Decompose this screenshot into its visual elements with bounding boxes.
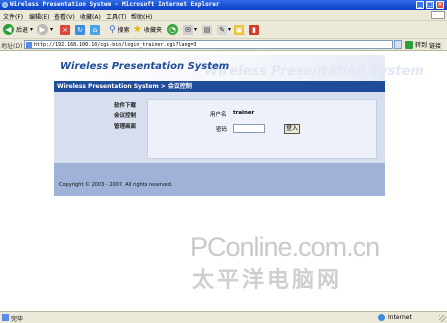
breadcrumb-text: Wireless Presentation System > 会议控制	[57, 83, 192, 90]
edit-button[interactable]: ✎ ▾	[217, 23, 231, 36]
go-button[interactable]: 转到	[405, 40, 427, 49]
login-button[interactable]: 登入	[284, 124, 300, 134]
print-button[interactable]: ▤	[202, 23, 212, 36]
history-button[interactable]: ◔	[167, 23, 178, 36]
forward-arrow-icon: ▶	[37, 24, 48, 35]
back-label: 后退	[16, 27, 29, 34]
refresh-icon: ↻	[75, 24, 85, 35]
forward-button[interactable]: ▶ ▾	[37, 23, 53, 36]
forward-dropdown-icon[interactable]: ▾	[50, 26, 53, 33]
back-dropdown-icon[interactable]: ▾	[30, 26, 33, 33]
menu-tools[interactable]: 工具(T)	[106, 12, 126, 21]
search-label: 搜索	[117, 27, 130, 34]
stop-button[interactable]: ×	[60, 23, 70, 36]
watermark-logo: PConline.com.cn	[190, 232, 380, 262]
address-bar: 地址(D) http://192.168.100.10/cgi-bin/logi…	[0, 39, 447, 51]
resize-grip-icon[interactable]	[439, 315, 446, 322]
search-button[interactable]: ⚲ 搜索	[109, 23, 130, 36]
password-field[interactable]	[233, 124, 265, 133]
mail-dropdown-icon[interactable]: ▾	[194, 26, 197, 33]
back-arrow-icon: ◀	[3, 24, 14, 35]
close-button[interactable]: ×	[436, 1, 444, 9]
discuss-button[interactable]: ▣	[234, 23, 244, 36]
favorites-button[interactable]: ★ 收藏夹	[133, 23, 162, 36]
maximize-button[interactable]: □	[426, 1, 434, 9]
copyright-text: Copyright © 2003 - 2007. All rights rese…	[59, 182, 173, 188]
go-label: 转到	[415, 42, 428, 49]
done-page-icon	[2, 314, 9, 321]
home-button[interactable]: ⌂	[90, 23, 100, 36]
favorites-star-icon: ★	[133, 24, 142, 35]
stop-icon: ×	[60, 24, 70, 35]
window-title: Wireless Presentation System - Microsoft…	[10, 1, 220, 8]
username-value: trainer	[233, 110, 255, 116]
ie-logo-icon	[2, 2, 8, 8]
print-icon: ▤	[202, 24, 212, 35]
login-form: 用户名 trainer 密码 登入	[147, 99, 377, 159]
refresh-button[interactable]: ↻	[75, 23, 85, 36]
menu-edit[interactable]: 编辑(E)	[29, 12, 49, 21]
menu-bar: 文件(F) 编辑(E) 查看(V) 收藏(A) 工具(T) 帮助(H)	[0, 10, 447, 21]
page-footer: Copyright © 2003 - 2007. All rights rese…	[54, 163, 385, 196]
breadcrumb: Wireless Presentation System > 会议控制	[54, 81, 385, 92]
minimize-button[interactable]: _	[416, 1, 424, 9]
sidebar-item-admin[interactable]: 管理画面	[114, 122, 136, 130]
sidebar-item-conference-control[interactable]: 会议控制	[114, 111, 136, 119]
menu-file[interactable]: 文件(F)	[3, 12, 23, 21]
back-button[interactable]: ◀ 后退 ▾	[3, 23, 33, 36]
favorites-label: 收藏夹	[143, 27, 162, 34]
watermark-chinese: 太平洋电脑网	[192, 268, 343, 293]
page-icon	[26, 42, 32, 48]
discuss-icon: ▣	[234, 24, 244, 35]
edit-dropdown-icon[interactable]: ▾	[228, 26, 231, 33]
status-bar: 完毕 Internet	[0, 311, 447, 323]
address-url: http://192.168.100.10/cgi-bin/login_trai…	[34, 42, 197, 48]
mail-button[interactable]: ✉ ▾	[183, 23, 197, 36]
menu-help[interactable]: 帮助(H)	[131, 12, 152, 21]
username-label: 用户名	[210, 112, 227, 118]
go-arrow-icon	[405, 40, 413, 49]
edit-icon: ✎	[217, 24, 227, 35]
links-button[interactable]: 链接	[429, 41, 441, 50]
address-label: 地址(D)	[1, 43, 23, 50]
site-banner: Wireless Presentation System Wireless Pr…	[54, 55, 424, 83]
mail-icon: ✉	[183, 24, 193, 35]
internet-globe-icon	[378, 314, 385, 321]
banner-shadow-text: Wireless Presentation System	[204, 64, 424, 79]
zone-label: Internet	[388, 314, 412, 321]
home-icon: ⌂	[90, 24, 100, 35]
address-input[interactable]: http://192.168.100.10/cgi-bin/login_trai…	[24, 40, 393, 49]
windows-flag-icon	[431, 11, 445, 19]
history-icon: ◔	[167, 24, 178, 35]
address-dropdown-icon[interactable]	[394, 40, 402, 49]
window-titlebar[interactable]: Wireless Presentation System - Microsoft…	[0, 0, 447, 10]
search-icon: ⚲	[109, 24, 116, 35]
banner-title: Wireless Presentation System	[60, 61, 230, 72]
password-label: 密码	[216, 127, 228, 133]
sidebar: 软件下载 会议控制 管理画面	[54, 92, 142, 163]
login-panel: 用户名 trainer 密码 登入	[142, 92, 385, 163]
menu-view[interactable]: 查看(V)	[54, 12, 75, 21]
toolbar: ◀ 后退 ▾ ▶ ▾ × ↻ ⌂ ⚲ 搜索 ★ 收藏夹 ◔ ✉ ▾ ▤ ✎ ▾ …	[0, 21, 447, 39]
menu-favorites[interactable]: 收藏(A)	[80, 12, 101, 21]
messenger-icon: ▮	[249, 24, 259, 35]
security-zone: Internet	[378, 314, 412, 321]
sidebar-item-download[interactable]: 软件下载	[114, 101, 136, 109]
messenger-button[interactable]: ▮	[249, 23, 259, 36]
